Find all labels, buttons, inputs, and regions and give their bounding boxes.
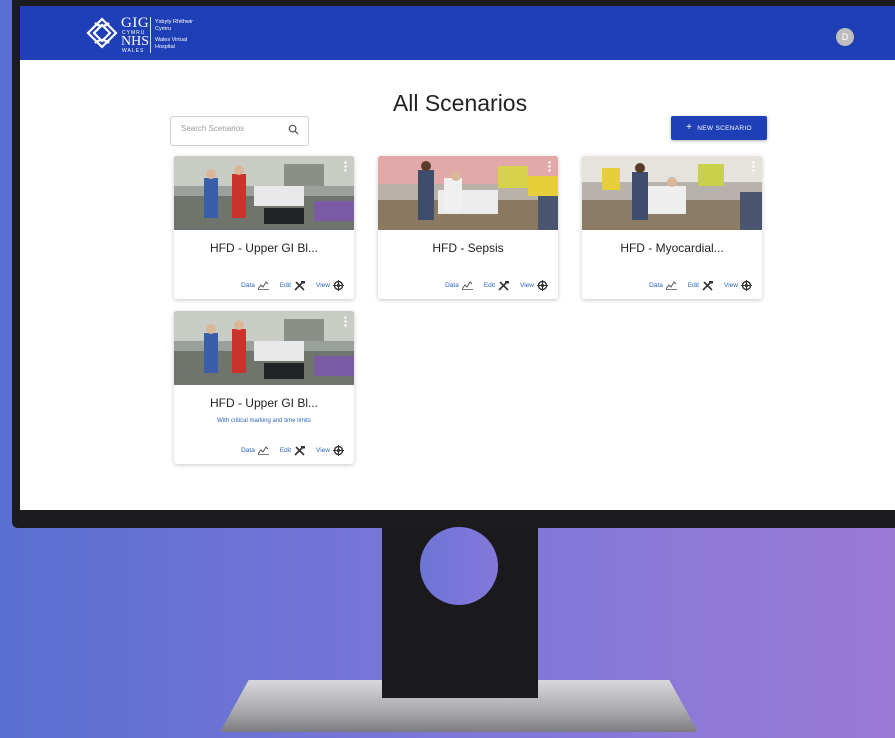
logo-wales-text: WALES <box>122 48 145 54</box>
edit-label: Edit <box>279 447 292 454</box>
scenario-title: HFD - Upper GI Bl... <box>209 241 319 255</box>
tools-icon <box>294 280 306 291</box>
card-actions: Data Edit View <box>241 280 344 291</box>
view-button[interactable]: View <box>724 280 752 291</box>
scenario-card[interactable]: HFD - Myocardial... Data Edit View <box>582 156 762 299</box>
kebab-menu-icon[interactable] <box>752 161 755 172</box>
kebab-menu-icon[interactable] <box>344 161 347 172</box>
page-title: All Scenarios <box>392 90 528 116</box>
data-label: Data <box>241 282 255 289</box>
user-avatar[interactable]: D <box>836 28 854 46</box>
logo-gig-text: GIG <box>121 15 150 31</box>
edit-button[interactable]: Edit <box>687 280 714 291</box>
scenario-card[interactable]: HFD - Upper GI Bl... With critical marki… <box>174 311 354 464</box>
card-actions: Data Edit View <box>241 445 344 456</box>
search-icon[interactable] <box>288 124 299 135</box>
tools-icon <box>702 280 714 291</box>
logo-divider <box>150 17 151 53</box>
view-label: View <box>724 282 738 289</box>
scenario-card[interactable]: HFD - Upper GI Bl... Data Edit View <box>174 156 354 299</box>
edit-label: Edit <box>687 282 700 289</box>
search-input[interactable] <box>181 124 281 133</box>
search-box[interactable] <box>170 116 309 146</box>
edit-label: Edit <box>279 282 292 289</box>
edit-button[interactable]: Edit <box>279 280 306 291</box>
nhs-wales-logo-icon[interactable] <box>86 17 118 49</box>
org-name-line-2: Cymru <box>155 26 172 32</box>
view-button[interactable]: View <box>316 445 344 456</box>
org-name-line-3: Wales Virtual <box>155 37 188 43</box>
monitor-stand-cutout <box>420 527 498 605</box>
scenario-thumbnail[interactable] <box>174 311 354 385</box>
scenario-thumbnail[interactable] <box>582 156 762 230</box>
edit-button[interactable]: Edit <box>279 445 306 456</box>
app-bar: GIG CYMRU NHS WALES Ysbyty Rhithwir Cymr… <box>20 6 895 60</box>
ward-scene-image <box>378 156 558 230</box>
tools-icon <box>498 280 510 291</box>
view-button[interactable]: View <box>520 280 548 291</box>
scenario-thumbnail[interactable] <box>378 156 558 230</box>
chart-icon <box>257 446 269 455</box>
vr-icon <box>741 280 752 291</box>
scenario-title: HFD - Sepsis <box>432 241 504 255</box>
vr-icon <box>333 445 344 456</box>
logo-nhs-text: NHS <box>121 34 150 49</box>
view-label: View <box>316 282 330 289</box>
vr-icon <box>537 280 548 291</box>
monitor-frame: GIG CYMRU NHS WALES Ysbyty Rhithwir Cymr… <box>12 0 895 528</box>
chart-icon <box>665 281 677 290</box>
ward-scene-image <box>582 156 762 230</box>
data-label: Data <box>241 447 255 454</box>
data-label: Data <box>445 282 459 289</box>
scenario-subtitle: With critical marking and time limits <box>217 418 311 424</box>
plus-icon: + <box>686 122 693 133</box>
org-name-line-1: Ysbyty Rhithwir <box>155 19 193 25</box>
edit-label: Edit <box>483 282 496 289</box>
data-button[interactable]: Data <box>649 281 677 290</box>
ward-scene-image <box>174 311 354 385</box>
org-name-line-4: Hospital <box>155 44 175 50</box>
tools-icon <box>294 445 306 456</box>
view-button[interactable]: View <box>316 280 344 291</box>
kebab-menu-icon[interactable] <box>548 161 551 172</box>
scenario-card[interactable]: HFD - Sepsis Data Edit View <box>378 156 558 299</box>
app-screen: GIG CYMRU NHS WALES Ysbyty Rhithwir Cymr… <box>20 6 895 510</box>
scenario-title: HFD - Myocardial... <box>620 241 724 255</box>
new-scenario-label: NEW SCENARIO <box>697 124 752 132</box>
chart-icon <box>257 281 269 290</box>
view-label: View <box>316 447 330 454</box>
vr-icon <box>333 280 344 291</box>
ward-scene-image <box>174 156 354 230</box>
data-button[interactable]: Data <box>445 281 473 290</box>
data-button[interactable]: Data <box>241 446 269 455</box>
view-label: View <box>520 282 534 289</box>
scenario-thumbnail[interactable] <box>174 156 354 230</box>
kebab-menu-icon[interactable] <box>344 316 347 327</box>
data-label: Data <box>649 282 663 289</box>
chart-icon <box>461 281 473 290</box>
card-actions: Data Edit View <box>445 280 548 291</box>
edit-button[interactable]: Edit <box>483 280 510 291</box>
scenario-title: HFD - Upper GI Bl... <box>209 396 319 410</box>
card-actions: Data Edit View <box>649 280 752 291</box>
new-scenario-button[interactable]: + NEW SCENARIO <box>671 116 767 140</box>
data-button[interactable]: Data <box>241 281 269 290</box>
